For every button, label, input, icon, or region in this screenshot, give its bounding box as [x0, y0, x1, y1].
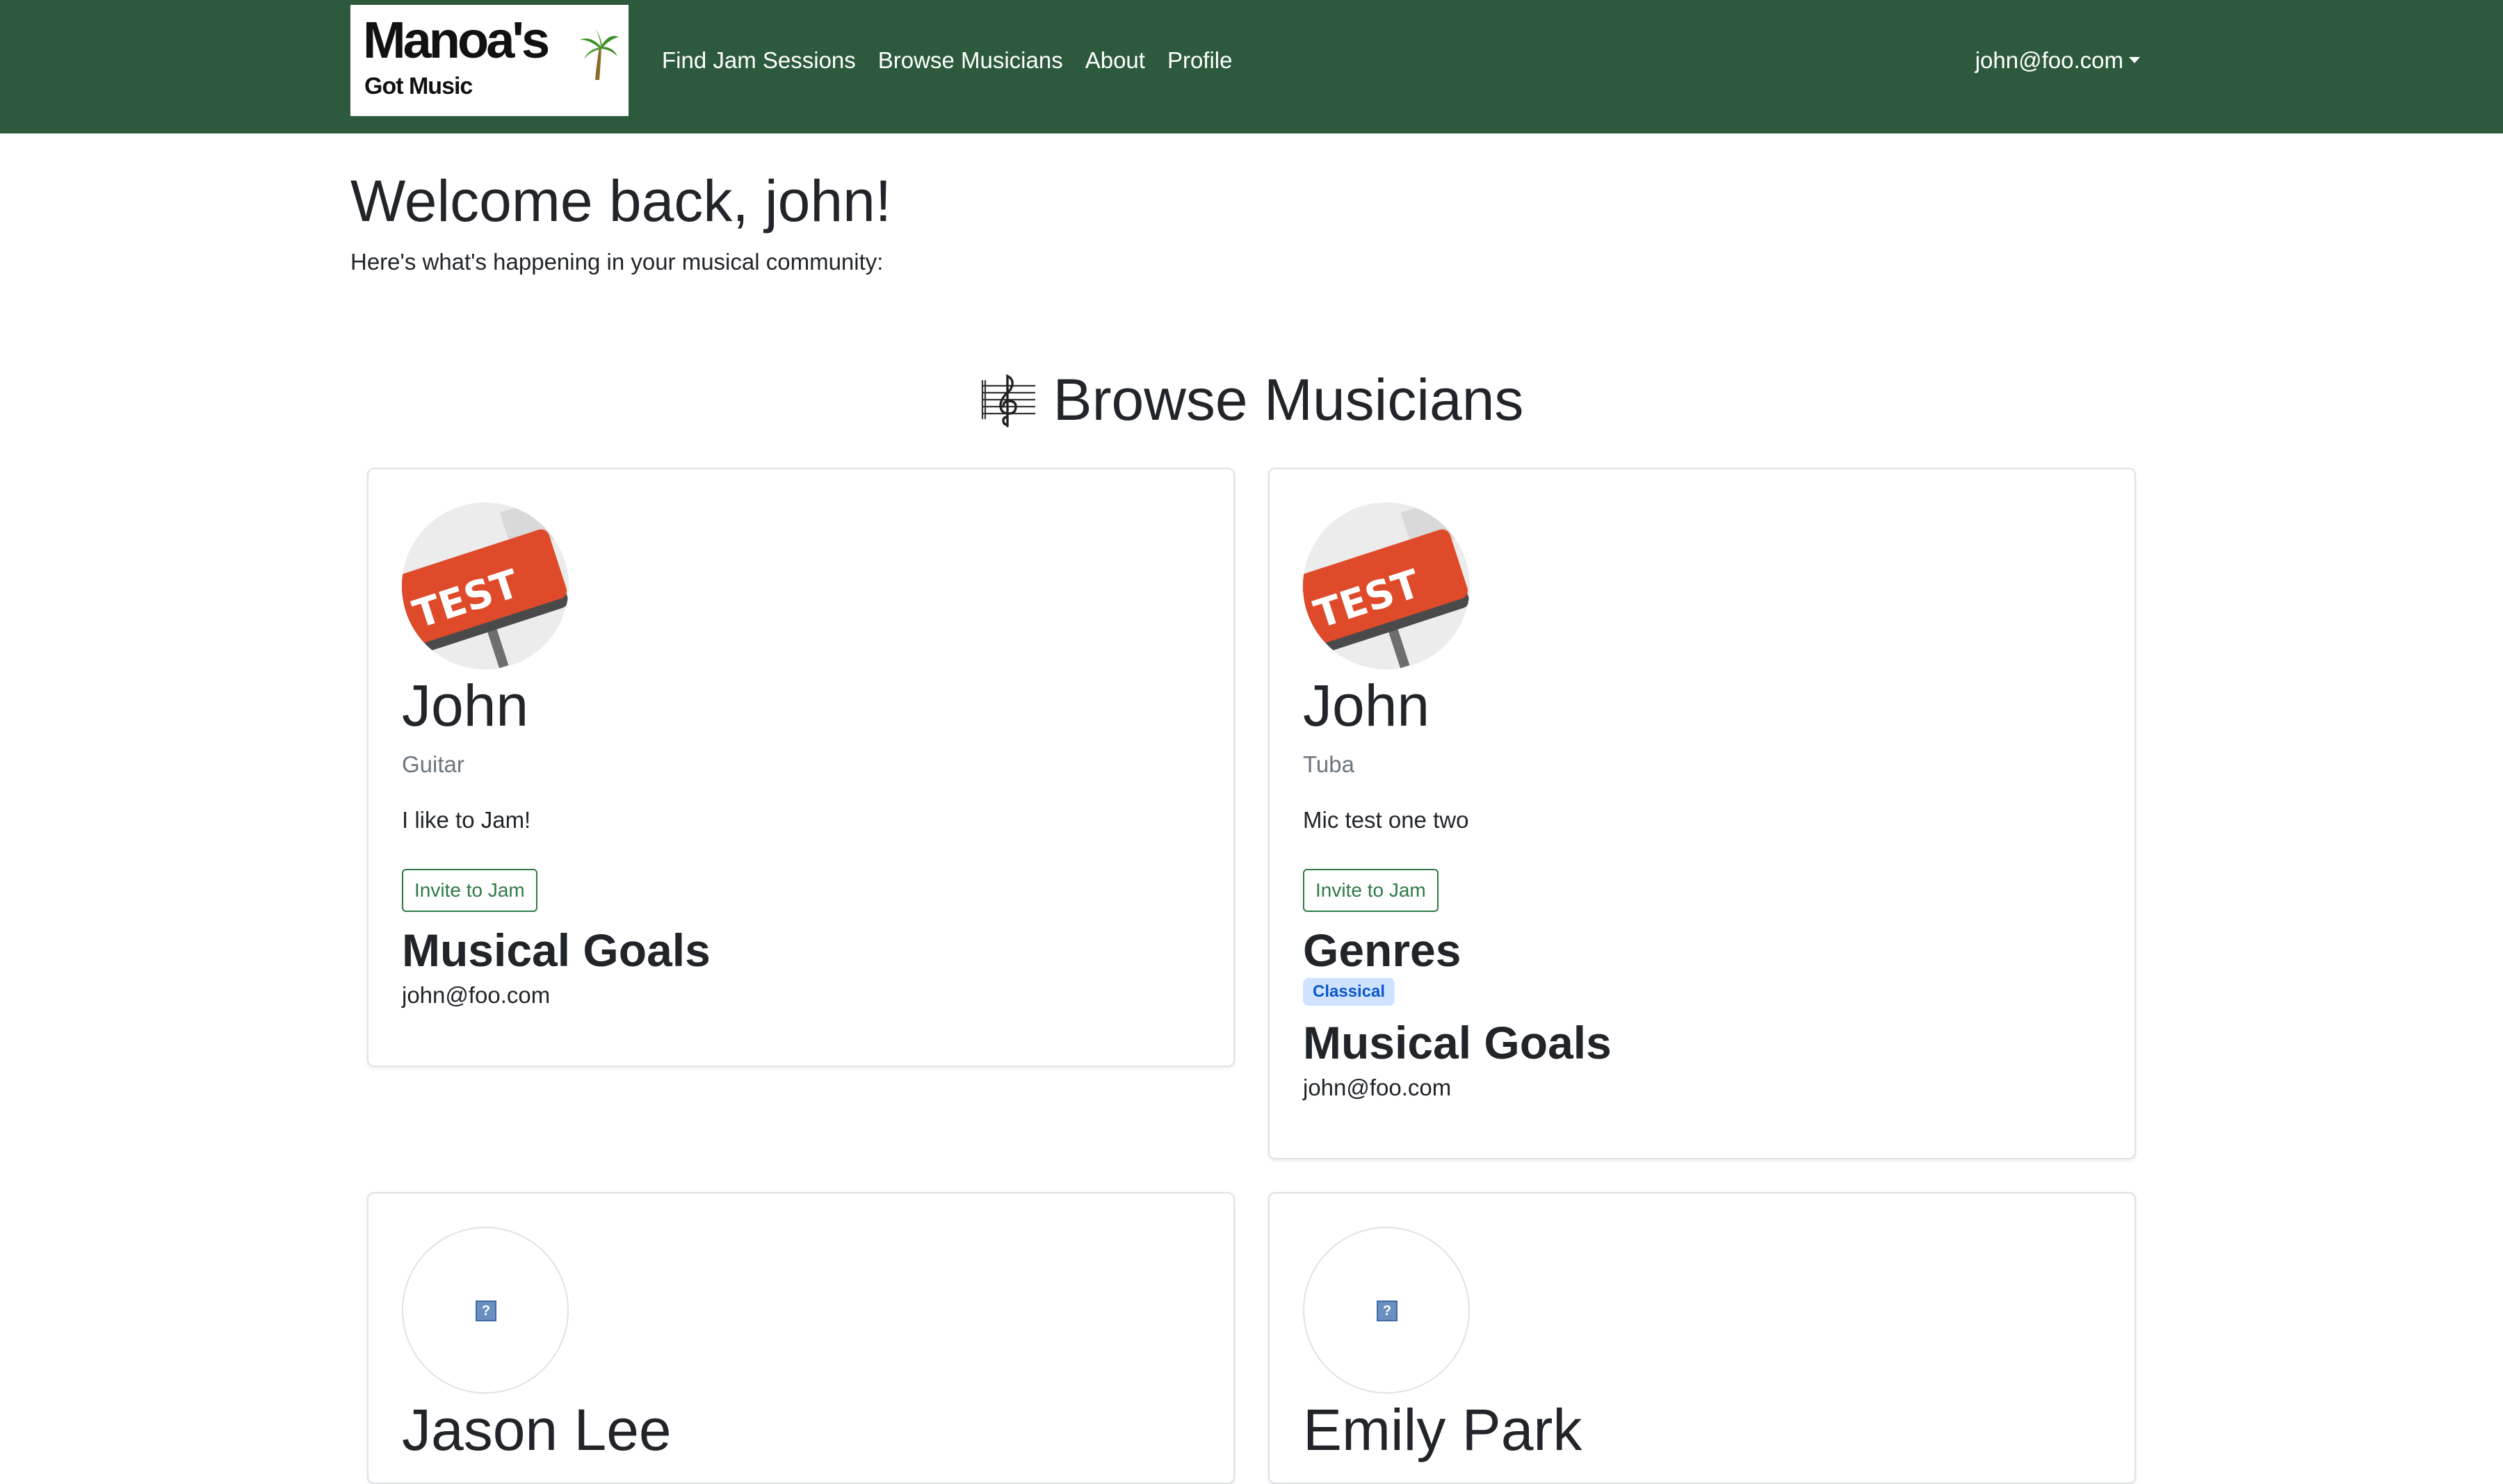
musician-avatar: ? — [402, 1227, 569, 1394]
user-email: john@foo.com — [1975, 47, 2123, 73]
musician-email: john@foo.com — [402, 982, 551, 1008]
invite-to-jam-button[interactable]: Invite to Jam — [402, 869, 537, 912]
section-title: Browse Musicians — [1053, 367, 1524, 432]
musician-name: John — [1303, 673, 1430, 738]
musician-email: john@foo.com — [1303, 1075, 1452, 1100]
genres-heading: Genres — [1303, 924, 1461, 976]
musician-name: John — [402, 673, 529, 738]
navbar: Manoa's Got Music Find Jam Sessions Brow… — [0, 0, 2503, 133]
musician-avatar: ? — [1303, 1227, 1470, 1394]
browse-musicians-heading: Browse Musicians — [0, 358, 2503, 441]
musical-goals-heading: Musical Goals — [1303, 1017, 1612, 1068]
nav-link-about[interactable]: About — [1085, 43, 1145, 78]
welcome-title: Welcome back, john! — [350, 168, 892, 234]
musician-card: TEST John Guitar I like to Jam! Invite t… — [367, 468, 1235, 1067]
musician-bio: I like to Jam! — [402, 807, 531, 833]
broken-image-icon: ? — [1377, 1300, 1398, 1321]
nav-links: Find Jam Sessions Browse Musicians About… — [662, 43, 1255, 78]
palm-tree-icon — [580, 27, 619, 80]
nav-link-profile[interactable]: Profile — [1167, 43, 1233, 78]
music-staff-icon — [981, 374, 1035, 427]
musician-instrument: Tuba — [1303, 751, 1354, 777]
musician-name: Emily Park — [1303, 1397, 1582, 1462]
genre-badge: Classical — [1303, 978, 1395, 1006]
musician-card: TEST John Tuba Mic test one two Invite t… — [1268, 468, 2136, 1159]
welcome-subtitle: Here's what's happening in your musical … — [350, 249, 884, 275]
caret-down-icon — [2129, 56, 2140, 63]
test-key-image: TEST — [402, 503, 569, 669]
musician-instrument: Guitar — [402, 751, 464, 777]
user-menu-dropdown[interactable]: john@foo.com — [1975, 43, 2140, 78]
musician-card: ? Jason Lee — [367, 1192, 1235, 1484]
musician-avatar: TEST — [1303, 503, 1470, 669]
broken-image-icon: ? — [476, 1300, 496, 1321]
test-key-image: TEST — [1303, 503, 1470, 669]
musician-name: Jason Lee — [402, 1397, 672, 1462]
logo-title: Manoa's — [363, 11, 550, 69]
logo-subtitle: Got Music — [364, 73, 473, 99]
invite-to-jam-button[interactable]: Invite to Jam — [1303, 869, 1439, 912]
musical-goals-heading: Musical Goals — [402, 924, 711, 976]
musician-avatar: TEST — [402, 503, 569, 669]
site-logo[interactable]: Manoa's Got Music — [350, 5, 629, 116]
nav-link-find-jam-sessions[interactable]: Find Jam Sessions — [662, 43, 856, 78]
nav-link-browse-musicians[interactable]: Browse Musicians — [878, 43, 1063, 78]
musician-card: ? Emily Park — [1268, 1192, 2136, 1484]
musician-bio: Mic test one two — [1303, 807, 1469, 833]
